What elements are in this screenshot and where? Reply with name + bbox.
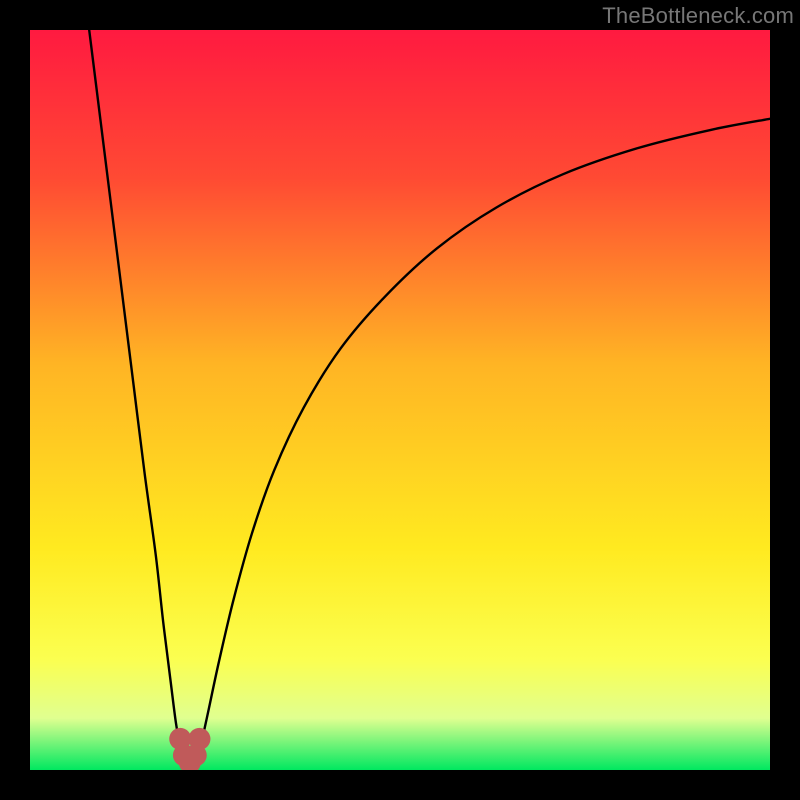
chart-svg: [30, 30, 770, 770]
watermark-text: TheBottleneck.com: [602, 3, 794, 29]
marker-dot: [188, 728, 210, 750]
chart-frame: TheBottleneck.com: [0, 0, 800, 800]
